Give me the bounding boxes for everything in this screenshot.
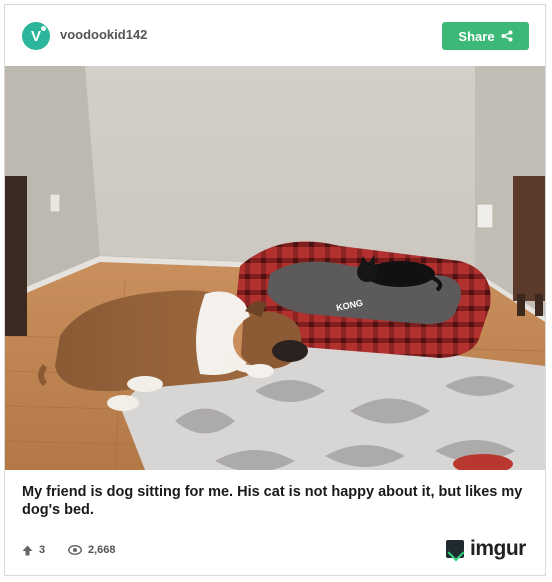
eye-icon <box>68 545 82 555</box>
post-card: V voodookid142 Share KONG My friend is d… <box>4 4 546 576</box>
upvote-count: 3 <box>39 544 46 556</box>
share-icon <box>501 30 513 42</box>
post-image[interactable]: KONG <box>5 66 545 470</box>
imgur-wordmark: imgur <box>470 537 526 560</box>
share-label: Share <box>458 28 495 44</box>
imgur-brand-link[interactable]: imgur <box>446 537 526 561</box>
views-stat: 2,668 <box>68 544 116 556</box>
photo-illustration: KONG <box>5 66 545 470</box>
avatar[interactable]: V <box>22 22 50 50</box>
post-caption: My friend is dog sitting for me. His cat… <box>22 484 523 518</box>
imgur-logo-icon <box>446 540 464 558</box>
share-button[interactable]: Share <box>442 22 529 50</box>
username-link[interactable]: voodookid142 <box>60 27 147 42</box>
avatar-dot <box>41 26 46 31</box>
upvote-stat[interactable]: 3 <box>22 544 45 556</box>
avatar-letter: V <box>30 27 41 45</box>
post-header: V voodookid142 Share <box>5 5 545 66</box>
upvote-arrow-icon <box>22 545 33 555</box>
views-count: 2,668 <box>88 544 116 556</box>
post-footer: 3 2,668 imgur <box>5 530 545 570</box>
